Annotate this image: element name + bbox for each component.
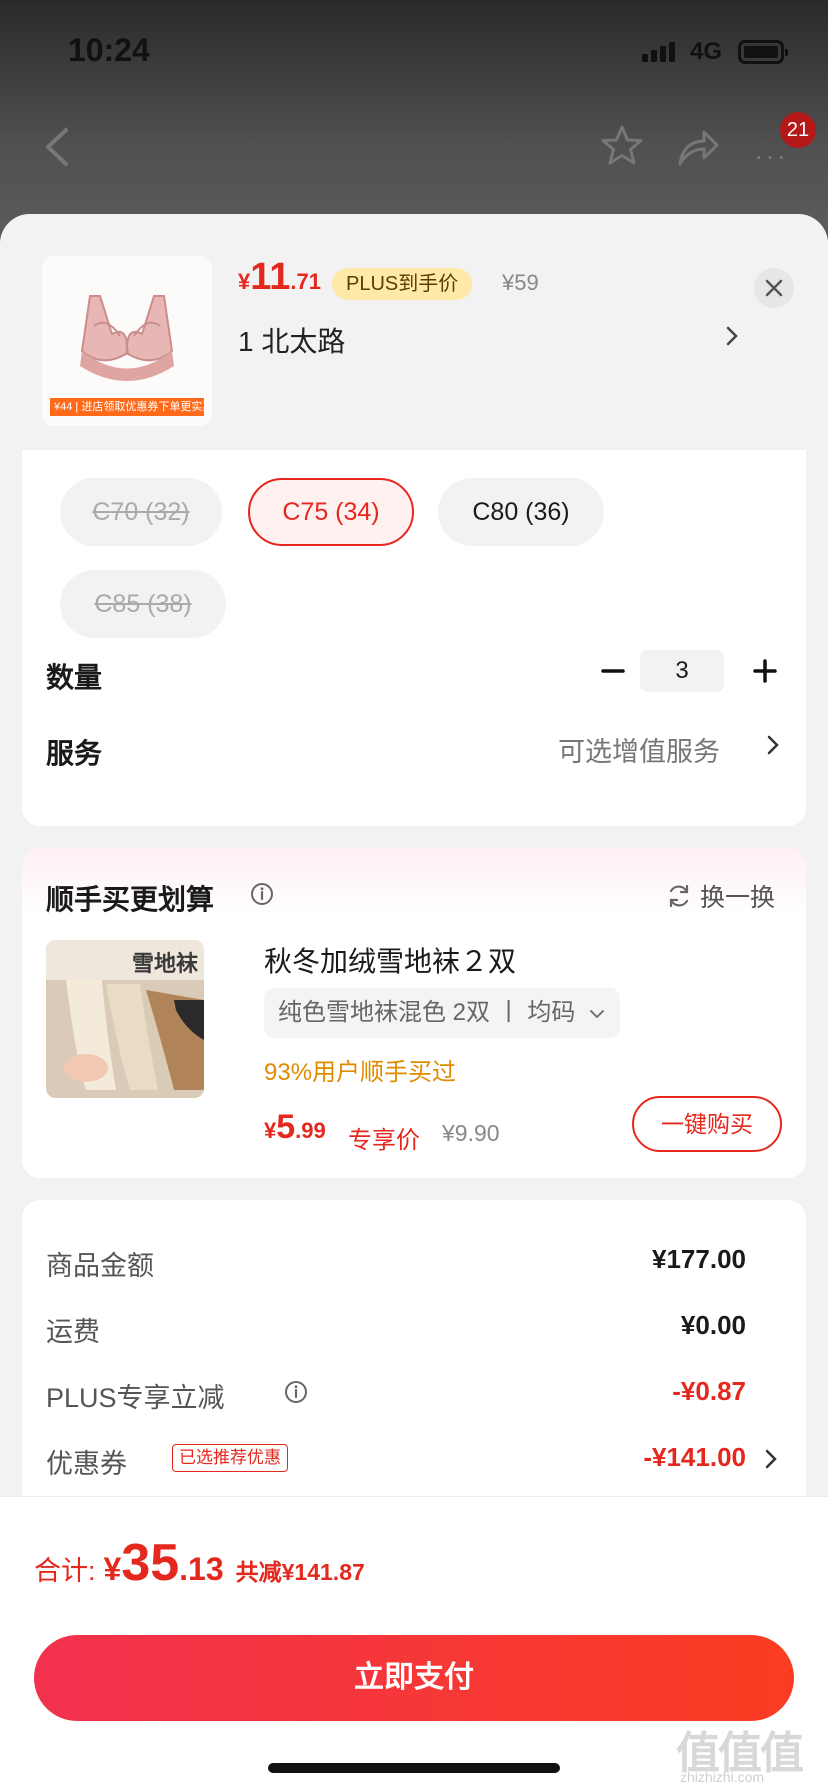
checkout-footer: 合计: ¥ 35 .13 共减¥141.87 立即支付 值值值 zhizhizh… (0, 1496, 828, 1792)
chevron-down-icon (590, 1010, 605, 1019)
watermark-url: zhizhizhi.com (680, 1769, 765, 1785)
close-icon[interactable] (754, 268, 794, 308)
one-click-buy-button[interactable]: 一键购买 (632, 1096, 782, 1152)
quantity-value[interactable]: 3 (640, 650, 724, 692)
spec-card: C70 (32) C75 (34) C80 (36) C85 (38) 数量 3… (22, 450, 806, 826)
refresh-icon (669, 884, 689, 908)
service-value[interactable]: 可选增值服务 (558, 730, 720, 769)
star-icon[interactable] (600, 124, 644, 168)
share-icon[interactable] (676, 126, 720, 168)
purchase-sheet: ¥44 | 进店领取优惠券下单更实惠 ¥ 11 .71 PLUS到手价 ¥59 … (0, 214, 828, 1792)
summary-value: -¥141.00 (643, 1442, 746, 1472)
product-price: ¥ 11 .71 (238, 256, 321, 299)
summary-label: 商品金额 (46, 1251, 154, 1281)
summary-label: 优惠券 (46, 1449, 127, 1479)
summary-row-plus-discount: PLUS专享立减 -¥0.87 (46, 1376, 786, 1416)
summary-value: ¥0.00 (680, 1310, 746, 1340)
summary-row-goods: 商品金额 ¥177.00 (46, 1244, 786, 1284)
product-nav-bar: ··· (0, 118, 828, 178)
refresh-label: 换一换 (700, 884, 776, 912)
summary-label: PLUS专享立减 (46, 1383, 225, 1413)
back-icon[interactable] (40, 126, 76, 168)
original-price: ¥59 (502, 270, 539, 295)
bundle-price: ¥ 5 .99 (264, 1108, 326, 1147)
price-yen: ¥ (238, 269, 251, 294)
refresh-button[interactable]: 换一换 (666, 878, 775, 914)
minus-icon[interactable] (600, 658, 626, 684)
pay-now-button[interactable]: 立即支付 (34, 1635, 794, 1721)
home-indicator[interactable] (268, 1763, 560, 1773)
coupon-tag: 已选推荐优惠 (172, 1444, 288, 1472)
more-icon[interactable]: ··· (754, 140, 788, 172)
cart-badge: 21 (780, 112, 816, 148)
selected-variant[interactable]: 1 北太路 (238, 320, 345, 360)
bundle-product-image[interactable]: 雪地袜 (46, 940, 204, 1098)
info-icon[interactable] (284, 1380, 308, 1404)
bundle-image-caption: 雪地袜 (132, 951, 199, 976)
order-summary-card: 商品金额 ¥177.00 运费 ¥0.00 PLUS专享立减 -¥0.87 优惠… (22, 1200, 806, 1520)
plus-icon[interactable] (752, 658, 778, 684)
summary-row-coupon[interactable]: 优惠券 已选推荐优惠 -¥141.00 (46, 1442, 786, 1482)
status-bar: 10:24 4G (0, 0, 828, 100)
total-yen: ¥ (103, 1551, 122, 1587)
product-header: ¥44 | 进店领取优惠券下单更实惠 ¥ 11 .71 PLUS到手价 ¥59 … (0, 214, 828, 450)
summary-label: 运费 (46, 1317, 100, 1347)
signal-icon (642, 42, 675, 62)
chevron-right-icon[interactable] (766, 734, 780, 756)
service-label: 服务 (46, 738, 103, 769)
bundle-title: 顺手买更划算 (46, 884, 215, 915)
size-option-c80[interactable]: C80 (36) (438, 478, 604, 546)
total-int: 35 (121, 1534, 180, 1592)
summary-row-shipping: 运费 ¥0.00 (46, 1310, 786, 1350)
total-saved: 共减¥141.87 (235, 1559, 365, 1585)
bundle-product-name[interactable]: 秋冬加绒雪地袜２双 (264, 940, 516, 980)
summary-value: ¥177.00 (652, 1244, 746, 1274)
bundle-card: 顺手买更划算 换一换 雪地袜 秋冬加绒雪地袜２双 纯色雪地袜混色 2双 丨 均码… (22, 848, 806, 1178)
bundle-spec-text: 纯色雪地袜混色 2双 丨 均码 (278, 999, 576, 1026)
network-label: 4G (690, 38, 723, 65)
size-option-c75[interactable]: C75 (34) (248, 478, 414, 546)
quantity-label: 数量 (46, 662, 103, 693)
product-thumbnail[interactable]: ¥44 | 进店领取优惠券下单更实惠 (42, 256, 212, 426)
bundle-price-dec: .99 (295, 1118, 326, 1143)
bundle-original-price: ¥9.90 (442, 1120, 500, 1146)
order-total: 合计: ¥ 35 .13 共减¥141.87 (34, 1533, 365, 1593)
info-icon[interactable] (250, 882, 274, 906)
bundle-price-label: 专享价 (348, 1127, 420, 1154)
chevron-right-icon[interactable] (724, 324, 740, 348)
size-option-c85: C85 (38) (60, 570, 226, 638)
chevron-right-icon[interactable] (764, 1448, 778, 1470)
total-label: 合计: (34, 1556, 96, 1586)
total-dec: .13 (179, 1551, 224, 1587)
bundle-price-yen: ¥ (264, 1118, 277, 1143)
plus-price-badge: PLUS到手价 (332, 268, 473, 300)
battery-icon (738, 40, 788, 64)
thumbnail-promo-strip: ¥44 | 进店领取优惠券下单更实惠 (50, 398, 204, 416)
bundle-purchase-rate: 93%用户顺手买过 (264, 1059, 457, 1086)
status-time: 10:24 (68, 32, 150, 68)
price-int: 11 (250, 256, 291, 298)
bundle-spec-selector[interactable]: 纯色雪地袜混色 2双 丨 均码 (264, 988, 621, 1038)
size-option-c70: C70 (32) (60, 478, 222, 546)
price-dec: .71 (290, 269, 322, 294)
summary-value: -¥0.87 (672, 1376, 746, 1406)
bundle-price-int: 5 (276, 1108, 296, 1146)
